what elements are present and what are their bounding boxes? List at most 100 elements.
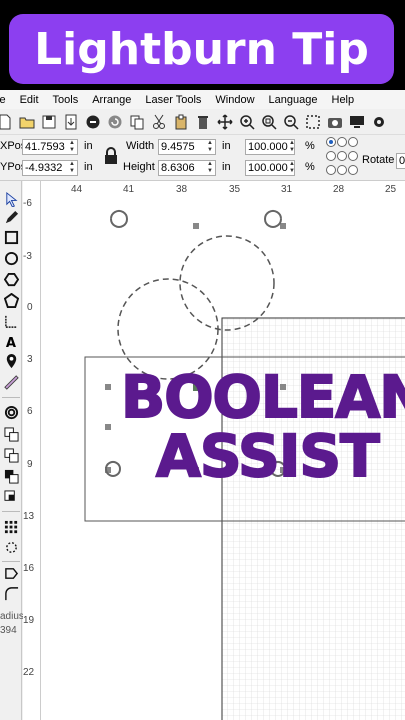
delete-icon[interactable] (194, 113, 211, 130)
ruler-h-tick: 44 (71, 184, 83, 195)
copy-icon[interactable] (128, 113, 145, 130)
text-tool-icon[interactable]: A (3, 333, 19, 349)
scale-height-percent: % (305, 161, 315, 173)
cut-icon[interactable] (150, 113, 167, 130)
ruler-v-tick: 22 (23, 667, 35, 678)
pentagon-icon[interactable] (3, 292, 19, 308)
anchor-radio-br[interactable] (348, 165, 358, 175)
width-label: Width (126, 140, 155, 152)
boolean-union-icon[interactable] (3, 447, 19, 463)
position-pin-icon[interactable] (3, 353, 19, 369)
rectangle-icon[interactable] (3, 229, 19, 245)
lightburn-window: le Edit Tools Arrange Laser Tools Window… (0, 90, 405, 720)
settings-icon[interactable] (370, 113, 387, 130)
menu-bar: le Edit Tools Arrange Laser Tools Window… (0, 90, 405, 109)
radius-value[interactable]: 394 (0, 625, 17, 636)
select-arrow-icon[interactable] (3, 191, 19, 207)
anchor-radio-tl[interactable] (326, 137, 336, 147)
measure-ruler-icon[interactable] (3, 374, 19, 390)
assist-text: ASSIST (156, 422, 380, 490)
new-file-icon[interactable] (0, 113, 13, 130)
banner-title: Lightburn Tip (34, 23, 369, 75)
width-unit: in (222, 140, 231, 152)
zoom-out-icon[interactable] (282, 113, 299, 130)
circular-array-icon[interactable] (3, 539, 19, 555)
grid-array-icon[interactable] (3, 519, 19, 535)
ruler-h-tick: 41 (123, 184, 135, 195)
lock-ratio-icon[interactable] (104, 147, 118, 165)
monitor-icon[interactable] (348, 113, 365, 130)
ruler-v-tick: -6 (23, 198, 32, 209)
anchor-radio-tr[interactable] (348, 137, 358, 147)
height-spinner[interactable]: ▲ ▼ (206, 161, 214, 175)
rotate-input[interactable]: 0 (396, 153, 405, 169)
tools-separator (2, 511, 20, 512)
xpos-unit: in (84, 140, 93, 152)
ruler-v-tick: 16 (23, 563, 35, 574)
boolean-subtract-icon[interactable] (3, 468, 19, 484)
zoom-fit-icon[interactable] (260, 113, 277, 130)
ruler-v-tick: 0 (27, 302, 33, 313)
anchor-radio-mr[interactable] (348, 151, 358, 161)
anchor-radio-mc[interactable] (337, 151, 347, 161)
connect-icon[interactable] (84, 113, 101, 130)
anchor-radio-bl[interactable] (326, 165, 336, 175)
ruler-v-tick: 9 (27, 459, 33, 470)
ruler-v-tick: 19 (23, 615, 35, 626)
menu-arrange[interactable]: Arrange (86, 94, 139, 106)
tools-separator (2, 561, 20, 562)
menu-tools[interactable]: Tools (47, 94, 87, 106)
edit-pen-icon[interactable] (3, 209, 19, 225)
save-icon[interactable] (40, 113, 57, 130)
menu-laser-tools[interactable]: Laser Tools (139, 94, 209, 106)
open-folder-icon[interactable] (18, 113, 35, 130)
boolean-intersect-icon[interactable] (3, 489, 19, 505)
refresh-icon[interactable] (106, 113, 123, 130)
design-canvas[interactable]: BOOLEAN ASSIST (41, 199, 405, 720)
offset-icon[interactable] (3, 404, 19, 420)
xpos-spinner[interactable]: ▲ ▼ (68, 140, 76, 154)
boolean-text: BOOLEAN (121, 363, 405, 431)
main-toolbar (0, 109, 405, 135)
zoom-in-icon[interactable] (238, 113, 255, 130)
tip-banner: Lightburn Tip (0, 0, 405, 90)
anchor-radio-ml[interactable] (326, 151, 336, 161)
ypos-spinner[interactable]: ▲ ▼ (68, 161, 76, 175)
weld-icon[interactable] (3, 426, 19, 442)
move-icon[interactable] (216, 113, 233, 130)
ruler-v-tick: 6 (27, 406, 33, 417)
horizontal-ruler: 44 41 38 35 31 28 25 (41, 181, 405, 199)
polygon-icon[interactable] (3, 271, 19, 287)
ellipse-icon[interactable] (3, 250, 19, 266)
paste-icon[interactable] (172, 113, 189, 130)
anchor-radio-bc[interactable] (337, 165, 347, 175)
svg-text:A: A (5, 336, 16, 349)
ruler-v-tick: 3 (27, 354, 33, 365)
tools-panel: A adius: 394 ▲▼ (0, 181, 40, 720)
camera-icon[interactable] (326, 113, 343, 130)
menu-edit[interactable]: Edit (14, 94, 47, 106)
properties-bar: XPos 41.7593 ▲ ▼ in YPos -4.9332 ▲ ▼ in Wi… (0, 135, 405, 181)
tab-tool-icon[interactable] (3, 565, 19, 581)
menu-window[interactable]: Window (209, 94, 262, 106)
height-label: Height (123, 161, 155, 173)
scale-width-spinner[interactable]: ▲ ▼ (288, 140, 296, 154)
canvas-drawing: BOOLEAN ASSIST (84, 210, 405, 720)
ruler-v-tick: 13 (23, 511, 35, 522)
scale-height-spinner[interactable]: ▲ ▼ (288, 161, 296, 175)
scale-width-percent: % (305, 140, 315, 152)
select-frame-icon[interactable] (304, 113, 321, 130)
circle-shape-top (179, 235, 275, 331)
vertical-ruler: -6 -3 0 3 6 9 13 16 19 22 (23, 181, 41, 720)
tools-separator (2, 397, 20, 398)
menu-file[interactable]: le (0, 94, 14, 106)
menu-language[interactable]: Language (263, 94, 326, 106)
corner-radius-icon[interactable] (3, 585, 19, 601)
line-tool-icon[interactable] (3, 313, 19, 329)
menu-help[interactable]: Help (326, 94, 363, 106)
banner-box: Lightburn Tip (9, 14, 394, 84)
ypos-unit: in (84, 161, 93, 173)
anchor-radio-tc[interactable] (337, 137, 347, 147)
import-icon[interactable] (62, 113, 79, 130)
width-spinner[interactable]: ▲ ▼ (206, 140, 214, 154)
